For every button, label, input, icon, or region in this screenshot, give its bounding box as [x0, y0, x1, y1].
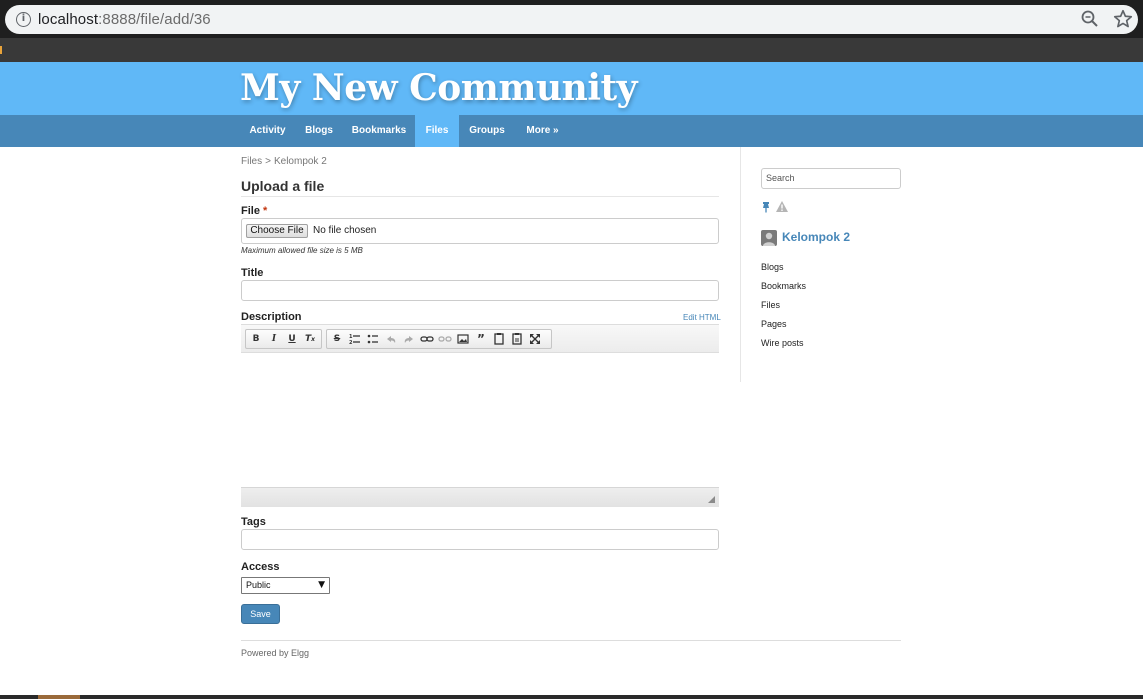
zoom-icon[interactable] — [1081, 10, 1099, 28]
required-marker: * — [263, 205, 268, 217]
sidebar-item-blogs[interactable]: Blogs — [761, 262, 784, 273]
undo-icon[interactable] — [383, 331, 399, 347]
taskbar-item[interactable] — [38, 695, 80, 699]
pin-icon[interactable] — [760, 201, 772, 213]
avatar[interactable] — [761, 230, 777, 246]
bold-icon[interactable]: B — [248, 331, 264, 347]
unlink-icon[interactable] — [437, 331, 453, 347]
access-selected-value: Public — [246, 580, 271, 590]
toolbar-group-basic: B I U Tx — [245, 329, 322, 349]
site-title[interactable]: My New Community — [240, 66, 638, 110]
strikethrough-icon[interactable]: S — [329, 331, 345, 347]
file-status: No file chosen — [313, 225, 377, 236]
tags-label: Tags — [241, 516, 266, 528]
remove-format-icon[interactable]: Tx — [302, 331, 318, 347]
image-icon[interactable] — [455, 331, 471, 347]
nav-item-blogs[interactable]: Blogs — [295, 115, 343, 147]
breadcrumb-files-link[interactable]: Files — [241, 156, 262, 167]
italic-icon[interactable]: I — [266, 331, 282, 347]
resize-handle-icon[interactable] — [708, 496, 715, 503]
underline-icon[interactable]: U — [284, 331, 300, 347]
svg-text:2: 2 — [349, 340, 353, 346]
link-icon[interactable] — [419, 331, 435, 347]
site-header: My New Community — [0, 62, 1143, 115]
choose-file-button[interactable]: Choose File — [246, 224, 308, 238]
access-label: Access — [241, 561, 280, 573]
breadcrumb-current: Kelompok 2 — [273, 156, 327, 167]
toolbar-group-extended: S 12 ” — [326, 329, 552, 349]
sidebar-divider — [740, 147, 741, 382]
footer-powered-by[interactable]: Powered by Elgg — [241, 648, 309, 659]
sidebar-item-pages[interactable]: Pages — [761, 319, 787, 330]
breadcrumb: Files > Kelompok 2 — [241, 156, 327, 168]
access-select[interactable]: Public ▼ — [241, 577, 330, 594]
group-name-link[interactable]: Kelompok 2 — [782, 230, 850, 245]
nav-item-bookmarks[interactable]: Bookmarks — [343, 115, 415, 147]
address-bar[interactable]: i localhost:8888/file/add/36 — [5, 5, 1138, 34]
breadcrumb-separator: > — [265, 156, 271, 167]
report-warning-icon[interactable] — [775, 200, 789, 213]
description-editor[interactable] — [241, 353, 719, 487]
editor-toolbar: B I U Tx S 12 ” — [241, 324, 719, 353]
dropdown-arrow-icon: ▼ — [318, 580, 325, 590]
blockquote-icon[interactable]: ” — [473, 331, 489, 347]
page-title: Upload a file — [241, 178, 325, 194]
file-label: File * — [241, 205, 268, 217]
footer-divider — [241, 640, 901, 641]
paste-text-icon[interactable] — [509, 331, 525, 347]
sidebar-item-wire-posts[interactable]: Wire posts — [761, 338, 804, 349]
nav-item-files[interactable]: Files — [415, 115, 459, 147]
numbered-list-icon[interactable]: 12 — [347, 331, 363, 347]
sidebar-item-files[interactable]: Files — [761, 300, 780, 311]
browser-toolbar: i localhost:8888/file/add/36 — [0, 0, 1143, 38]
sidebar-item-bookmarks[interactable]: Bookmarks — [761, 281, 806, 292]
nav-item-activity[interactable]: Activity — [240, 115, 295, 147]
bookmark-star-icon[interactable] — [1112, 8, 1134, 30]
bookmarks-bar — [0, 38, 1143, 62]
site-nav: Activity Blogs Bookmarks Files Groups Mo… — [0, 115, 1143, 147]
nav-item-groups[interactable]: Groups — [459, 115, 515, 147]
title-divider — [241, 196, 719, 197]
maximize-icon[interactable] — [527, 331, 543, 347]
file-input[interactable]: Choose File No file chosen — [241, 218, 719, 244]
title-label: Title — [241, 267, 264, 279]
title-input[interactable] — [241, 280, 719, 301]
editor-status-bar — [241, 487, 719, 507]
url-text[interactable]: localhost:8888/file/add/36 — [38, 11, 211, 28]
redo-icon[interactable] — [401, 331, 417, 347]
bookmark-indicator — [0, 46, 2, 54]
tags-input[interactable] — [241, 529, 719, 550]
description-label: Description — [241, 311, 302, 323]
bullet-list-icon[interactable] — [365, 331, 381, 347]
edit-html-link[interactable]: Edit HTML — [683, 313, 721, 323]
search-input[interactable]: Search — [761, 168, 901, 189]
nav-item-more[interactable]: More » — [515, 115, 570, 147]
paste-icon[interactable] — [491, 331, 507, 347]
file-size-hint: Maximum allowed file size is 5 MB — [241, 246, 363, 255]
save-button[interactable]: Save — [241, 604, 280, 624]
os-taskbar — [0, 695, 1143, 699]
info-icon[interactable]: i — [16, 12, 31, 27]
